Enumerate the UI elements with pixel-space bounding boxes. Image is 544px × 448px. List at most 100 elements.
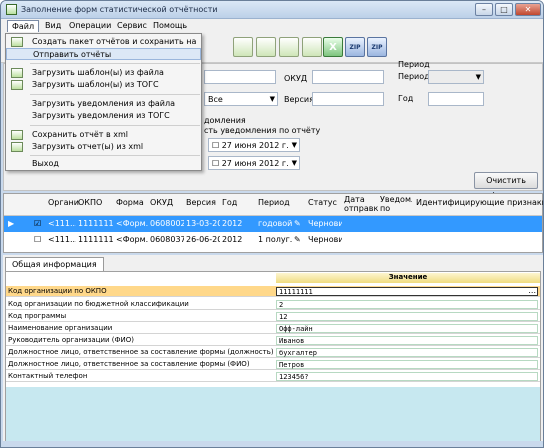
clear-filter-button[interactable]: Очистить фильтр [474,172,538,200]
col-status[interactable]: Статус [308,198,337,207]
year-label: Год [398,94,414,103]
property-value[interactable]: Петров [276,360,538,369]
property-key: Должностное лицо, ответственное за соста… [8,348,274,356]
row-checkbox[interactable]: ☐ [34,235,41,244]
notice-date-label: сть уведомления по отчёту [204,126,321,135]
menu-help[interactable]: Помощь [149,20,191,31]
col-period[interactable]: Период [258,198,290,207]
menu-operations[interactable]: Операции [65,20,115,31]
menu-bar: Файл Вид Операции Сервис Помощь [1,19,543,33]
year-field[interactable] [428,92,484,106]
value-header: Значение [276,273,540,283]
menu-file[interactable]: Файл [7,20,40,32]
property-value[interactable]: Иванов [276,336,538,345]
date-to-picker[interactable]: ☐ 27 июня 2012 г. ▼ [208,156,300,170]
col-form[interactable]: Форма [116,198,144,207]
checkbox[interactable]: ☐ [212,159,219,168]
version-label: Версия [284,95,314,104]
property-value[interactable]: 12 [276,312,538,321]
form-icon[interactable] [233,37,253,57]
property-value[interactable]: Офф-лайн [276,324,538,333]
col-notice[interactable]: Уведомле по [380,195,412,213]
property-row[interactable]: Должностное лицо, ответственное за соста… [6,359,540,370]
form-add-icon[interactable] [256,37,276,57]
menu-separator [30,155,200,156]
title-bar: Заполнение форм статистической отчётност… [1,1,543,19]
row-checkbox[interactable]: ☑ [34,219,41,228]
cell-form: <Форм... [116,235,148,244]
zip-send-icon[interactable]: ZIP [367,37,387,57]
col-identifiers[interactable]: Идентифицирующие признаки [416,198,543,207]
property-value[interactable]: 123456? [276,372,538,381]
date-from-picker[interactable]: ☐ 27 июня 2012 г. ▼ [208,138,300,152]
menu-separator [30,125,200,126]
property-key: Код программы [8,312,67,320]
maximize-button[interactable]: □ [495,3,513,16]
period-select[interactable]: ▼ [428,70,484,84]
property-key: Руководитель организации (ФИО) [8,336,135,344]
menu-item-load-notices-file[interactable]: Загрузить уведомления из файла [6,98,201,110]
tab-general-info[interactable]: Общая информация [5,257,104,271]
menu-item-send-reports[interactable]: Отправить отчёты [6,48,201,60]
checkbox[interactable]: ☐ [212,141,219,150]
col-sent-date[interactable]: Дата отправки [344,195,378,213]
period-label: Период [398,72,430,81]
property-row[interactable]: Наименование организации Офф-лайн [6,323,540,334]
property-row[interactable]: Код организации по ОКПО 11111111 ... [6,286,540,297]
property-value[interactable]: 11111111 [276,287,538,296]
row-pointer-icon: ▶ [8,219,15,228]
property-value[interactable]: 2 [276,300,538,309]
menu-item-load-templates-file[interactable]: Загрузить шаблон(ы) из файла [6,67,201,79]
notice-group-label: домления [204,116,246,125]
property-row[interactable]: Руководитель организации (ФИО) Иванов [6,335,540,346]
cell-okpo: 11111111 [78,219,114,228]
close-button[interactable]: ✕ [515,3,541,16]
property-key: Наименование организации [8,324,113,332]
property-key: Код организации по ОКПО [8,287,107,295]
form-edit-icon[interactable] [279,37,299,57]
ellipsis-button[interactable]: ... [528,286,536,295]
col-org[interactable]: Органи [48,198,79,207]
cell-okud: 0608037 [150,235,184,244]
zip-icon[interactable]: ZIP [345,37,365,57]
draft-icon: ✎ [294,235,301,244]
col-year[interactable]: Год [222,198,237,207]
menu-item-save-xml[interactable]: Сохранить отчёт в xml [6,129,201,141]
excel-icon[interactable]: X [323,37,343,57]
table-row[interactable]: ☐ <111... 11111111 <Форм... 0608037 26-0… [4,232,542,248]
menu-view[interactable]: Вид [41,20,65,31]
cell-year: 2012 [222,235,243,244]
cell-year: 2012 [222,219,243,228]
okud-field[interactable] [312,70,384,84]
property-row[interactable]: Должностное лицо, ответственное за соста… [6,347,540,358]
property-row[interactable]: Контактный телефон 123456? [6,371,540,382]
property-grid: Значение Код организации по ОКПО 1111111… [5,271,541,441]
menu-service[interactable]: Сервис [113,20,151,31]
menu-item-create-package[interactable]: Создать пакет отчётов и сохранить на дис… [6,36,201,58]
version-field[interactable] [312,92,384,106]
table-row[interactable]: ▶ ☑ <111... 11111111 <Форм... 0608002 13… [4,216,542,232]
date-year: 2012 г. [258,141,289,150]
date-day: 27 [221,141,232,150]
filter-all-select[interactable]: Все ▼ [204,92,278,106]
cell-okud: 0608002 [150,219,184,228]
menu-item-load-xml[interactable]: Загрузить отчет(ы) из xml [6,141,201,153]
col-okpo[interactable]: ОКПО [78,198,102,207]
chevron-down-icon: ▼ [291,159,297,167]
menu-item-load-notices-togs[interactable]: Загрузить уведомления из ТОГС [6,110,201,122]
tab-panel: Общая информация Значение Код организаци… [3,255,543,441]
cell-version: 13-03-20... [186,219,220,228]
filter-all-value: Все [208,95,223,104]
property-row[interactable]: Код программы 12 [6,311,540,322]
date-day: 27 [221,159,232,168]
menu-item-load-templates-togs[interactable]: Загрузить шаблон(ы) из ТОГС [6,79,201,91]
col-okud[interactable]: ОКУД [150,198,173,207]
property-value[interactable]: бухгалтер [276,348,538,357]
filter-field-1[interactable] [204,70,276,84]
minimize-button[interactable]: – [475,3,493,16]
col-version[interactable]: Версия [186,198,216,207]
property-row[interactable]: Код организации по бюджетной классификац… [6,299,540,310]
form-check-icon[interactable] [302,37,322,57]
window-title: Заполнение форм статистической отчётност… [21,5,218,14]
menu-item-exit[interactable]: Выход [6,158,201,170]
